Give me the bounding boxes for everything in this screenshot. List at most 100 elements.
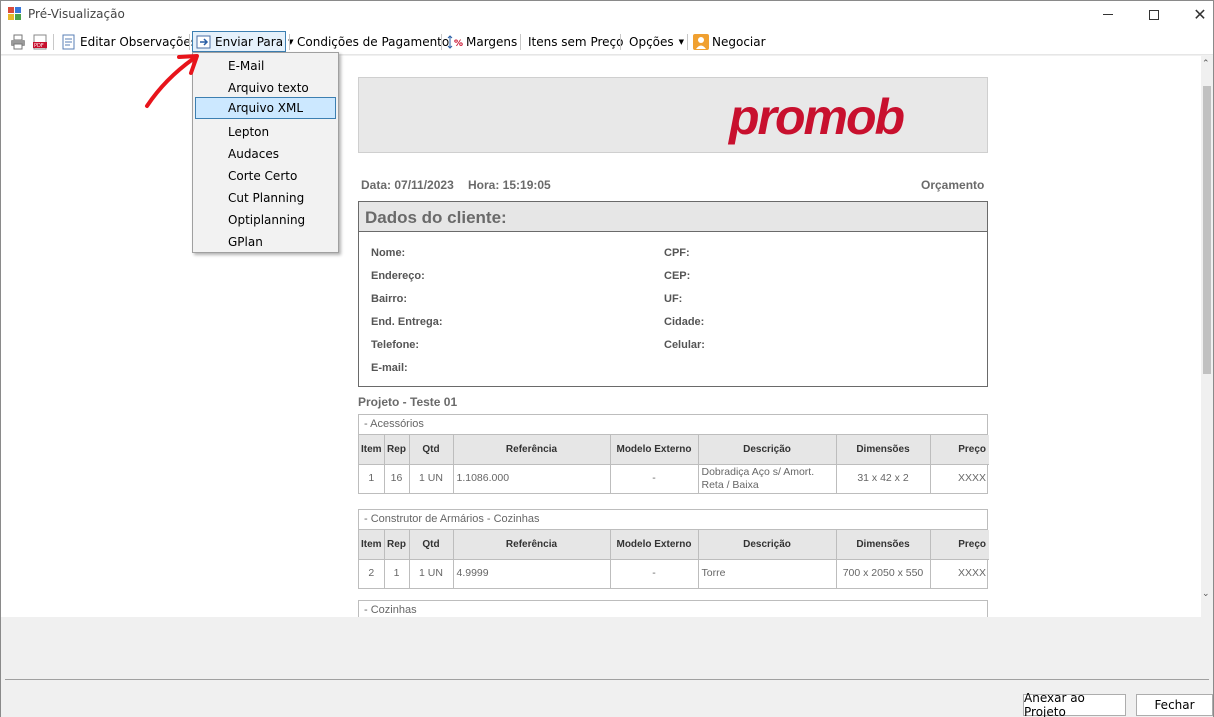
send-to-menu: E-Mail Arquivo texto Arquivo XML Lepton …	[192, 52, 339, 253]
section-title: - Acessórios	[359, 415, 987, 435]
cell-rep: 1	[384, 559, 410, 588]
scroll-down-icon[interactable]: ⌄	[1202, 588, 1210, 599]
notes-icon	[61, 34, 77, 50]
field-delivery-address-label: End. Entrega:	[371, 316, 443, 328]
document-preview: promob Data: 07/11/2023 Hora: 15:19:05 O…	[1, 56, 1201, 617]
menu-item-gplan[interactable]: GPlan	[195, 231, 336, 253]
margins-button[interactable]: % Margens	[444, 31, 520, 52]
col-description: Descrição	[698, 530, 837, 560]
maximize-button[interactable]	[1131, 1, 1177, 28]
payment-terms-button[interactable]: Condições de Pagamento	[294, 31, 452, 52]
field-district-label: Bairro:	[371, 293, 408, 305]
cell-item: 2	[359, 559, 385, 588]
scroll-up-icon[interactable]: ⌃	[1202, 58, 1210, 69]
col-price: Preço	[930, 530, 989, 560]
menu-item-cut-planning[interactable]: Cut Planning	[195, 187, 336, 209]
printer-icon	[10, 34, 26, 50]
cell-dimensions: 700 x 2050 x 550	[836, 559, 931, 588]
cell-reference: 4.9999	[453, 559, 611, 588]
col-reference: Referência	[453, 530, 611, 560]
col-price: Preço	[930, 435, 989, 465]
document-type: Orçamento	[921, 178, 985, 192]
scrollbar-thumb[interactable]	[1203, 86, 1211, 374]
cell-external-model: -	[610, 559, 699, 588]
field-cpf-label: CPF:	[664, 247, 690, 259]
attach-to-project-button[interactable]: Anexar ao Projeto	[1023, 691, 1126, 717]
cell-price: XXXX	[957, 472, 986, 485]
items-table: Item Rep Qtd Referência Modelo Externo D…	[359, 435, 989, 493]
col-item: Item	[359, 530, 385, 560]
edit-notes-button[interactable]: Editar Observações	[58, 31, 200, 52]
col-dimensions: Dimensões	[836, 530, 931, 560]
field-address-label: Endereço:	[371, 270, 425, 282]
menu-item-email[interactable]: E-Mail	[195, 55, 336, 77]
svg-text:%: %	[454, 39, 463, 49]
project-title: Projeto - Teste 01	[358, 395, 458, 409]
negotiate-button[interactable]: Negociar	[690, 31, 769, 52]
pdf-icon: PDF	[32, 34, 48, 50]
menu-item-corte-certo[interactable]: Corte Certo	[195, 165, 336, 187]
person-icon	[693, 33, 709, 50]
field-cep-label: CEP:	[664, 270, 691, 282]
field-city-label: Cidade:	[664, 316, 705, 328]
cell-external-model: -	[610, 464, 699, 493]
section-cabinet-builder: - Construtor de Armários - Cozinhas Item…	[358, 509, 989, 589]
field-phone-label: Telefone:	[371, 339, 420, 351]
section-kitchens: - Cozinhas	[358, 600, 988, 617]
preview-window: Pré-Visualização ✕ PDF Editar Observaçõe…	[0, 0, 1214, 717]
table-row: 1 16 1 UN 1.1086.000 - Dobradiça Aço s/ …	[359, 464, 989, 493]
cell-description: Torre	[698, 559, 837, 588]
col-rep: Rep	[384, 435, 410, 465]
edit-notes-label: Editar Observações	[80, 34, 197, 49]
cell-qtd: 1 UN	[409, 559, 454, 588]
col-description: Descrição	[698, 435, 837, 465]
menu-item-audaces[interactable]: Audaces	[195, 143, 336, 165]
send-icon	[196, 34, 212, 50]
col-dimensions: Dimensões	[836, 435, 931, 465]
col-item: Item	[359, 435, 385, 465]
client-header: Dados do cliente:	[359, 202, 987, 232]
minimize-button[interactable]	[1085, 1, 1131, 28]
client-data-box: Dados do cliente: Nome: Endereço: Bairro…	[358, 201, 988, 387]
window-title: Pré-Visualização	[28, 7, 125, 21]
section-title: - Construtor de Armários - Cozinhas	[359, 510, 987, 530]
cell-dimensions: 31 x 42 x 2	[836, 464, 931, 493]
items-no-price-label: Itens sem Preço	[528, 34, 624, 49]
title-bar: Pré-Visualização ✕	[1, 1, 1213, 28]
menu-item-optiplanning[interactable]: Optiplanning	[195, 209, 336, 231]
menu-item-lepton[interactable]: Lepton	[195, 121, 336, 143]
cell-qtd: 1 UN	[409, 464, 454, 493]
payment-terms-label: Condições de Pagamento	[297, 34, 450, 49]
vertical-scrollbar[interactable]: ⌃ ⌄	[1201, 56, 1213, 604]
close-dialog-button[interactable]: Fechar	[1136, 694, 1213, 716]
annotation-arrow-icon	[145, 54, 199, 108]
logo-banner: promob	[358, 77, 988, 153]
section-accessories: - Acessórios Item Rep Qtd Referência Mod…	[358, 414, 989, 494]
negotiate-label: Negociar	[712, 34, 766, 49]
options-button[interactable]: Opções ▼	[626, 31, 687, 52]
send-to-button[interactable]: Enviar Para ▼	[192, 31, 293, 52]
cell-price: XXXX	[957, 567, 986, 580]
close-button[interactable]: ✕	[1177, 1, 1214, 28]
promob-logo: promob	[729, 89, 905, 145]
document-date: Data: 07/11/2023	[361, 178, 454, 192]
items-table: Item Rep Qtd Referência Modelo Externo D…	[359, 530, 989, 588]
col-qtd: Qtd	[409, 435, 454, 465]
col-external-model: Modelo Externo	[610, 530, 699, 560]
cell-reference: 1.1086.000	[453, 464, 611, 493]
pdf-button[interactable]: PDF	[29, 31, 54, 52]
menu-item-text-file[interactable]: Arquivo texto	[195, 77, 336, 99]
close-icon: ✕	[1193, 5, 1207, 24]
maximize-icon	[1149, 9, 1159, 20]
send-to-label: Enviar Para	[215, 34, 284, 49]
app-icon	[8, 7, 22, 21]
items-no-price-button[interactable]: Itens sem Preço	[525, 31, 626, 52]
section-title: - Cozinhas	[359, 601, 987, 617]
chevron-down-icon: ▼	[678, 37, 685, 46]
field-uf-label: UF:	[664, 293, 683, 305]
margins-label: Margens	[466, 34, 518, 49]
bottom-panel: Anexar ao Projeto Fechar	[1, 617, 1213, 717]
col-external-model: Modelo Externo	[610, 435, 699, 465]
menu-item-xml-file[interactable]: Arquivo XML	[195, 97, 336, 119]
col-qtd: Qtd	[409, 530, 454, 560]
